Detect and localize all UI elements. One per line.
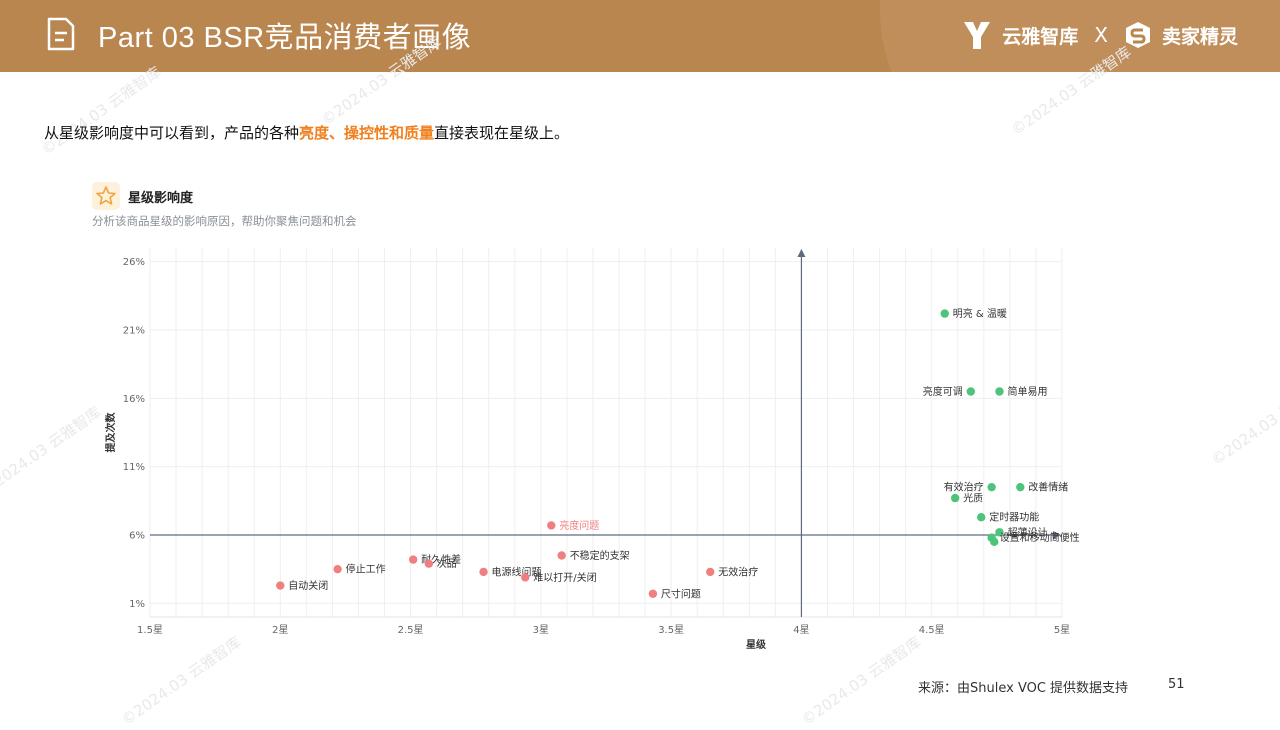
- x-tick-label: 5星: [1054, 624, 1070, 636]
- scatter-point: [1016, 482, 1025, 492]
- scatter-point: [408, 555, 418, 564]
- page-number: 51: [1168, 677, 1185, 692]
- x-tick-label: 1.5星: [137, 624, 163, 636]
- point-label: 简单易用: [1007, 385, 1047, 398]
- scatter-point: [276, 581, 285, 590]
- y-tick-label: 21%: [123, 326, 145, 337]
- scatter-point: [940, 309, 949, 318]
- scatter-point: [333, 564, 342, 574]
- y-tick-label: 26%: [123, 257, 145, 268]
- crosshair-up-arrow-icon: [797, 249, 806, 257]
- scatter-point: [995, 387, 1004, 396]
- source-note: 来源：由Shulex VOC 提供数据支持: [918, 681, 1129, 696]
- point-label: 次品: [437, 557, 457, 570]
- scatter-point: [950, 493, 960, 503]
- point-label: 明亮 & 温暖: [953, 307, 1007, 320]
- scatter-point: [479, 567, 488, 577]
- y-axis-title: 提及次数: [104, 412, 117, 453]
- x-tick-label: 4.5星: [919, 624, 945, 636]
- scatter-point: [557, 551, 566, 560]
- y-tick-label: 6%: [129, 531, 145, 542]
- y-tick-label: 16%: [123, 394, 145, 405]
- star-impact-scatter-chart: 1.5星 2星 2.5星 3星 3.5星 4星 4.5星 5星 1% 6% 11% 16% 21% 26%…: [104, 248, 1080, 651]
- scatter-point: [966, 387, 975, 396]
- point-label: 停止工作: [346, 563, 386, 576]
- point-label: 亮度可调: [923, 385, 963, 398]
- point-label: 自动关闭: [288, 579, 328, 592]
- scatter-point: [977, 513, 986, 522]
- x-tick-label: 2.5星: [398, 624, 424, 636]
- scatter-point: [424, 559, 434, 568]
- point-label: 尺寸问题: [661, 587, 701, 600]
- y-tick-label: 11%: [123, 462, 145, 473]
- scatter-point: [706, 567, 715, 577]
- x-tick-label: 3.5星: [658, 624, 684, 636]
- point-label: 无效治疗: [718, 565, 758, 578]
- scatter-point: [987, 482, 996, 492]
- point-label: 改善情绪: [1028, 481, 1068, 494]
- point-label: 不稳定的支架: [570, 549, 630, 562]
- point-label: 有效治疗: [944, 481, 984, 494]
- scatter-point: [648, 589, 658, 598]
- point-label: 光质: [963, 492, 983, 505]
- scatter-point: [990, 537, 999, 547]
- point-label: 定时器功能: [989, 511, 1039, 524]
- point-label: 难以打开/关闭: [533, 571, 596, 584]
- x-tick-label: 3星: [533, 624, 549, 636]
- scatter-point: [521, 573, 530, 582]
- y-tick-label: 1%: [129, 599, 145, 610]
- x-axis-title: 星级: [746, 638, 767, 651]
- scatter-point: [547, 521, 556, 530]
- point-label: 亮度问题: [559, 519, 599, 532]
- x-tick-label: 2星: [272, 624, 288, 636]
- x-tick-label: 4星: [793, 624, 809, 636]
- point-label: 设置和移动简便性: [1000, 531, 1080, 544]
